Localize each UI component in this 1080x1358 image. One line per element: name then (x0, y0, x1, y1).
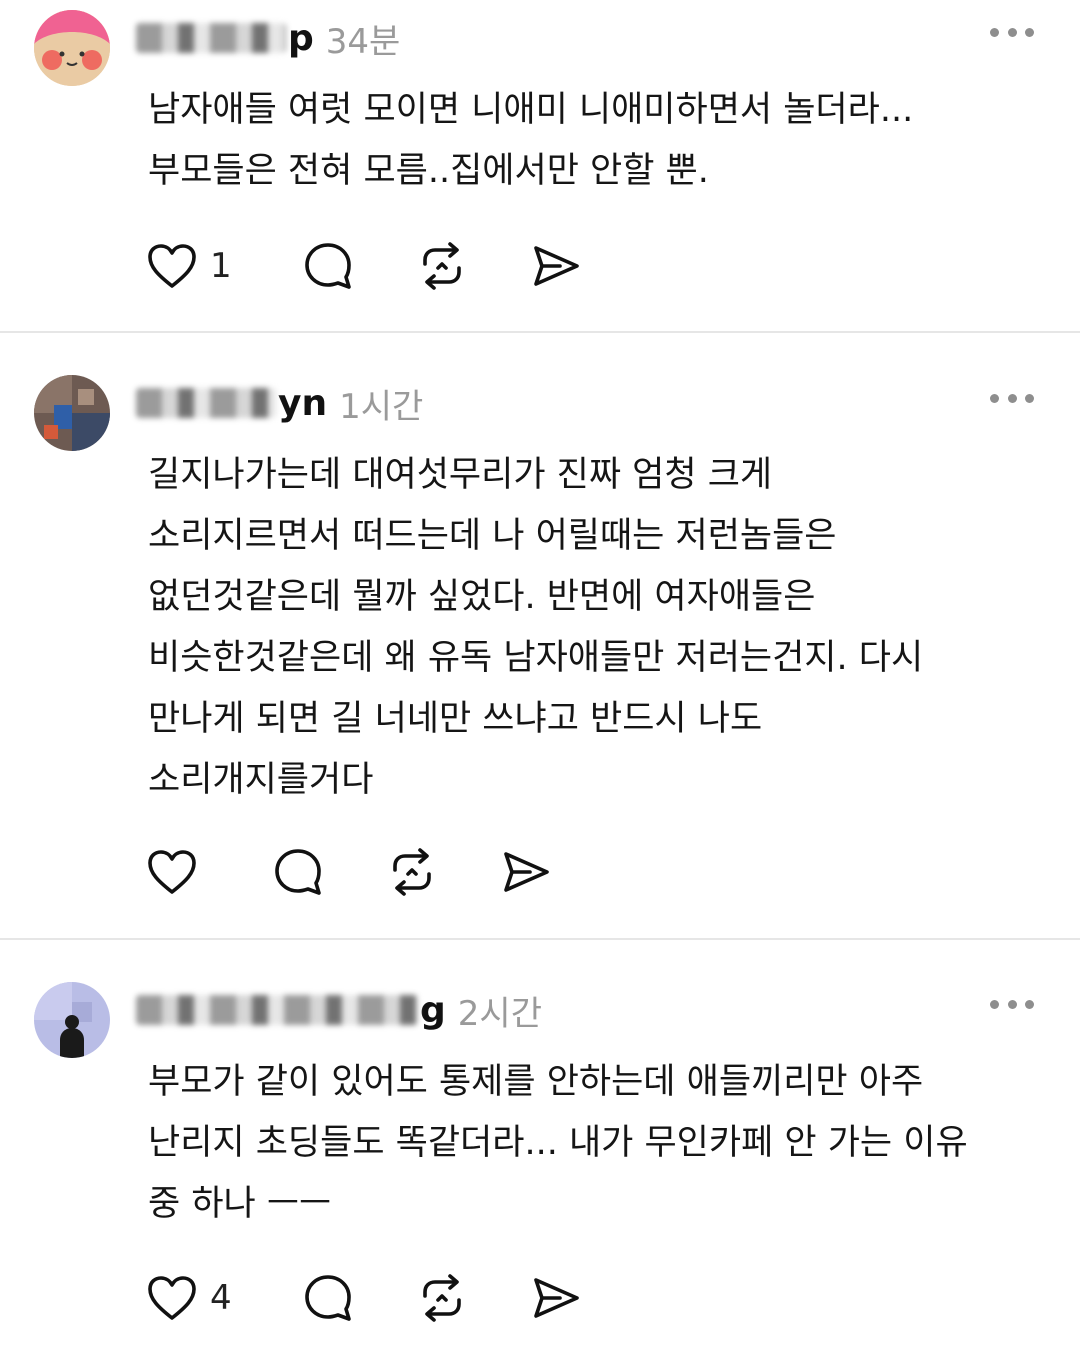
comment-text: 길지나가는데 대여섯무리가 진짜 엄청 크게 소리지르면서 떠드는데 나 어릴때… (148, 455, 924, 800)
share-icon (500, 846, 552, 898)
like-count: 4 (210, 1278, 232, 1318)
more-icon[interactable] (990, 998, 1034, 1010)
avatar[interactable] (34, 10, 110, 86)
share-button[interactable] (530, 1272, 582, 1324)
repost-button[interactable] (416, 1272, 468, 1324)
action-bar (146, 844, 614, 900)
share-icon (530, 240, 582, 292)
action-bar: 1 (146, 238, 644, 294)
share-icon (530, 1272, 582, 1324)
comment-text: 부모가 같이 있어도 통제를 안하는데 애들끼리만 아주 난리지 초딩들도 똑같… (148, 1062, 968, 1224)
timestamp: 1시간 (339, 386, 424, 427)
like-button[interactable]: 1 (146, 242, 232, 290)
like-button[interactable] (146, 848, 210, 896)
avatar-image (34, 982, 110, 1058)
username[interactable]: p (288, 18, 314, 59)
comment-2: yn 1시간 길지나가는데 대여섯무리가 진짜 엄청 크게 소리지르면서 떠드는… (0, 333, 1080, 938)
repost-button[interactable] (416, 240, 468, 292)
repost-button[interactable] (386, 846, 438, 898)
heart-icon (146, 848, 198, 896)
username[interactable]: g (420, 990, 446, 1031)
heart-icon (146, 1274, 198, 1322)
more-icon[interactable] (990, 392, 1034, 404)
avatar-image (34, 375, 110, 451)
comment-text: 남자애들 여럿 모이면 니애미 니애미하면서 놀더라... 부모들은 전혀 모름… (148, 90, 914, 191)
repost-icon (416, 240, 468, 292)
username-redacted (136, 388, 276, 418)
more-icon[interactable] (990, 26, 1034, 38)
author-row: g 2시간 (136, 982, 542, 1038)
author-row: p 34분 (136, 10, 400, 66)
username-redacted (136, 995, 418, 1025)
reply-button[interactable] (302, 1272, 354, 1324)
avatar[interactable] (34, 375, 110, 451)
like-count: 1 (210, 246, 232, 286)
comment-icon (302, 1272, 354, 1324)
reply-button[interactable] (272, 846, 324, 898)
avatar[interactable] (34, 982, 110, 1058)
comment-3: g 2시간 부모가 같이 있어도 통제를 안하는데 애들끼리만 아주 난리지 초… (0, 940, 1080, 1358)
heart-icon (146, 242, 198, 290)
timestamp: 34분 (325, 21, 401, 62)
comment-icon (272, 846, 324, 898)
share-button[interactable] (500, 846, 552, 898)
username[interactable]: yn (278, 383, 327, 424)
action-bar: 4 (146, 1270, 644, 1326)
reply-button[interactable] (302, 240, 354, 292)
repost-icon (386, 846, 438, 898)
comment-icon (302, 240, 354, 292)
share-button[interactable] (530, 240, 582, 292)
comment-1: p 34분 남자애들 여럿 모이면 니애미 니애미하면서 놀더라... 부모들은… (0, 0, 1080, 332)
like-button[interactable]: 4 (146, 1274, 232, 1322)
author-row: yn 1시간 (136, 375, 423, 431)
timestamp: 2시간 (457, 993, 542, 1034)
repost-icon (416, 1272, 468, 1324)
username-redacted (136, 23, 286, 53)
avatar-image (34, 10, 110, 86)
